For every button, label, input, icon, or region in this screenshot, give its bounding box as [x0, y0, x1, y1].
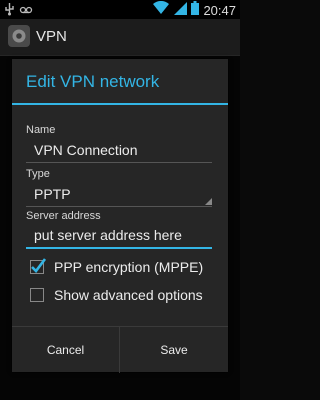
server-address-value: put server address here [34, 227, 182, 243]
advanced-options-label: Show advanced options [54, 287, 203, 303]
signal-icon [173, 1, 188, 20]
save-button[interactable]: Save [120, 327, 228, 373]
ppp-encryption-checkbox-row[interactable]: PPP encryption (MPPE) [26, 257, 216, 279]
title-divider [12, 103, 228, 105]
name-field-value: VPN Connection [34, 142, 138, 158]
server-address-label: Server address [26, 210, 101, 222]
action-bar: VPN [0, 19, 240, 56]
wifi-icon [153, 0, 170, 20]
name-label: Name [26, 124, 56, 136]
server-address-field[interactable]: put server address here [26, 223, 212, 249]
dialog-button-bar: Cancel Save [12, 326, 228, 373]
dialog-title: Edit VPN network [26, 72, 160, 91]
advanced-options-checkbox-row[interactable]: Show advanced options [26, 285, 216, 307]
page-title: VPN [36, 28, 67, 45]
ppp-encryption-label: PPP encryption (MPPE) [54, 259, 204, 275]
settings-gear-icon[interactable] [8, 25, 30, 47]
dropdown-arrow-icon [205, 198, 212, 205]
advanced-options-checkbox[interactable] [30, 288, 44, 302]
type-label: Type [26, 168, 50, 180]
ppp-encryption-checkbox[interactable] [30, 258, 46, 274]
edit-vpn-dialog: Edit VPN network Name VPN Connection Typ… [12, 59, 228, 373]
check-mark-icon [31, 258, 46, 273]
type-spinner-value: PPTP [34, 186, 71, 202]
type-spinner[interactable]: PPTP [26, 182, 212, 207]
clock: 20:47 [203, 3, 236, 18]
name-field[interactable]: VPN Connection [26, 138, 212, 163]
battery-icon [191, 1, 200, 20]
cancel-button[interactable]: Cancel [12, 327, 120, 373]
status-bar: 20:47 [0, 0, 240, 19]
